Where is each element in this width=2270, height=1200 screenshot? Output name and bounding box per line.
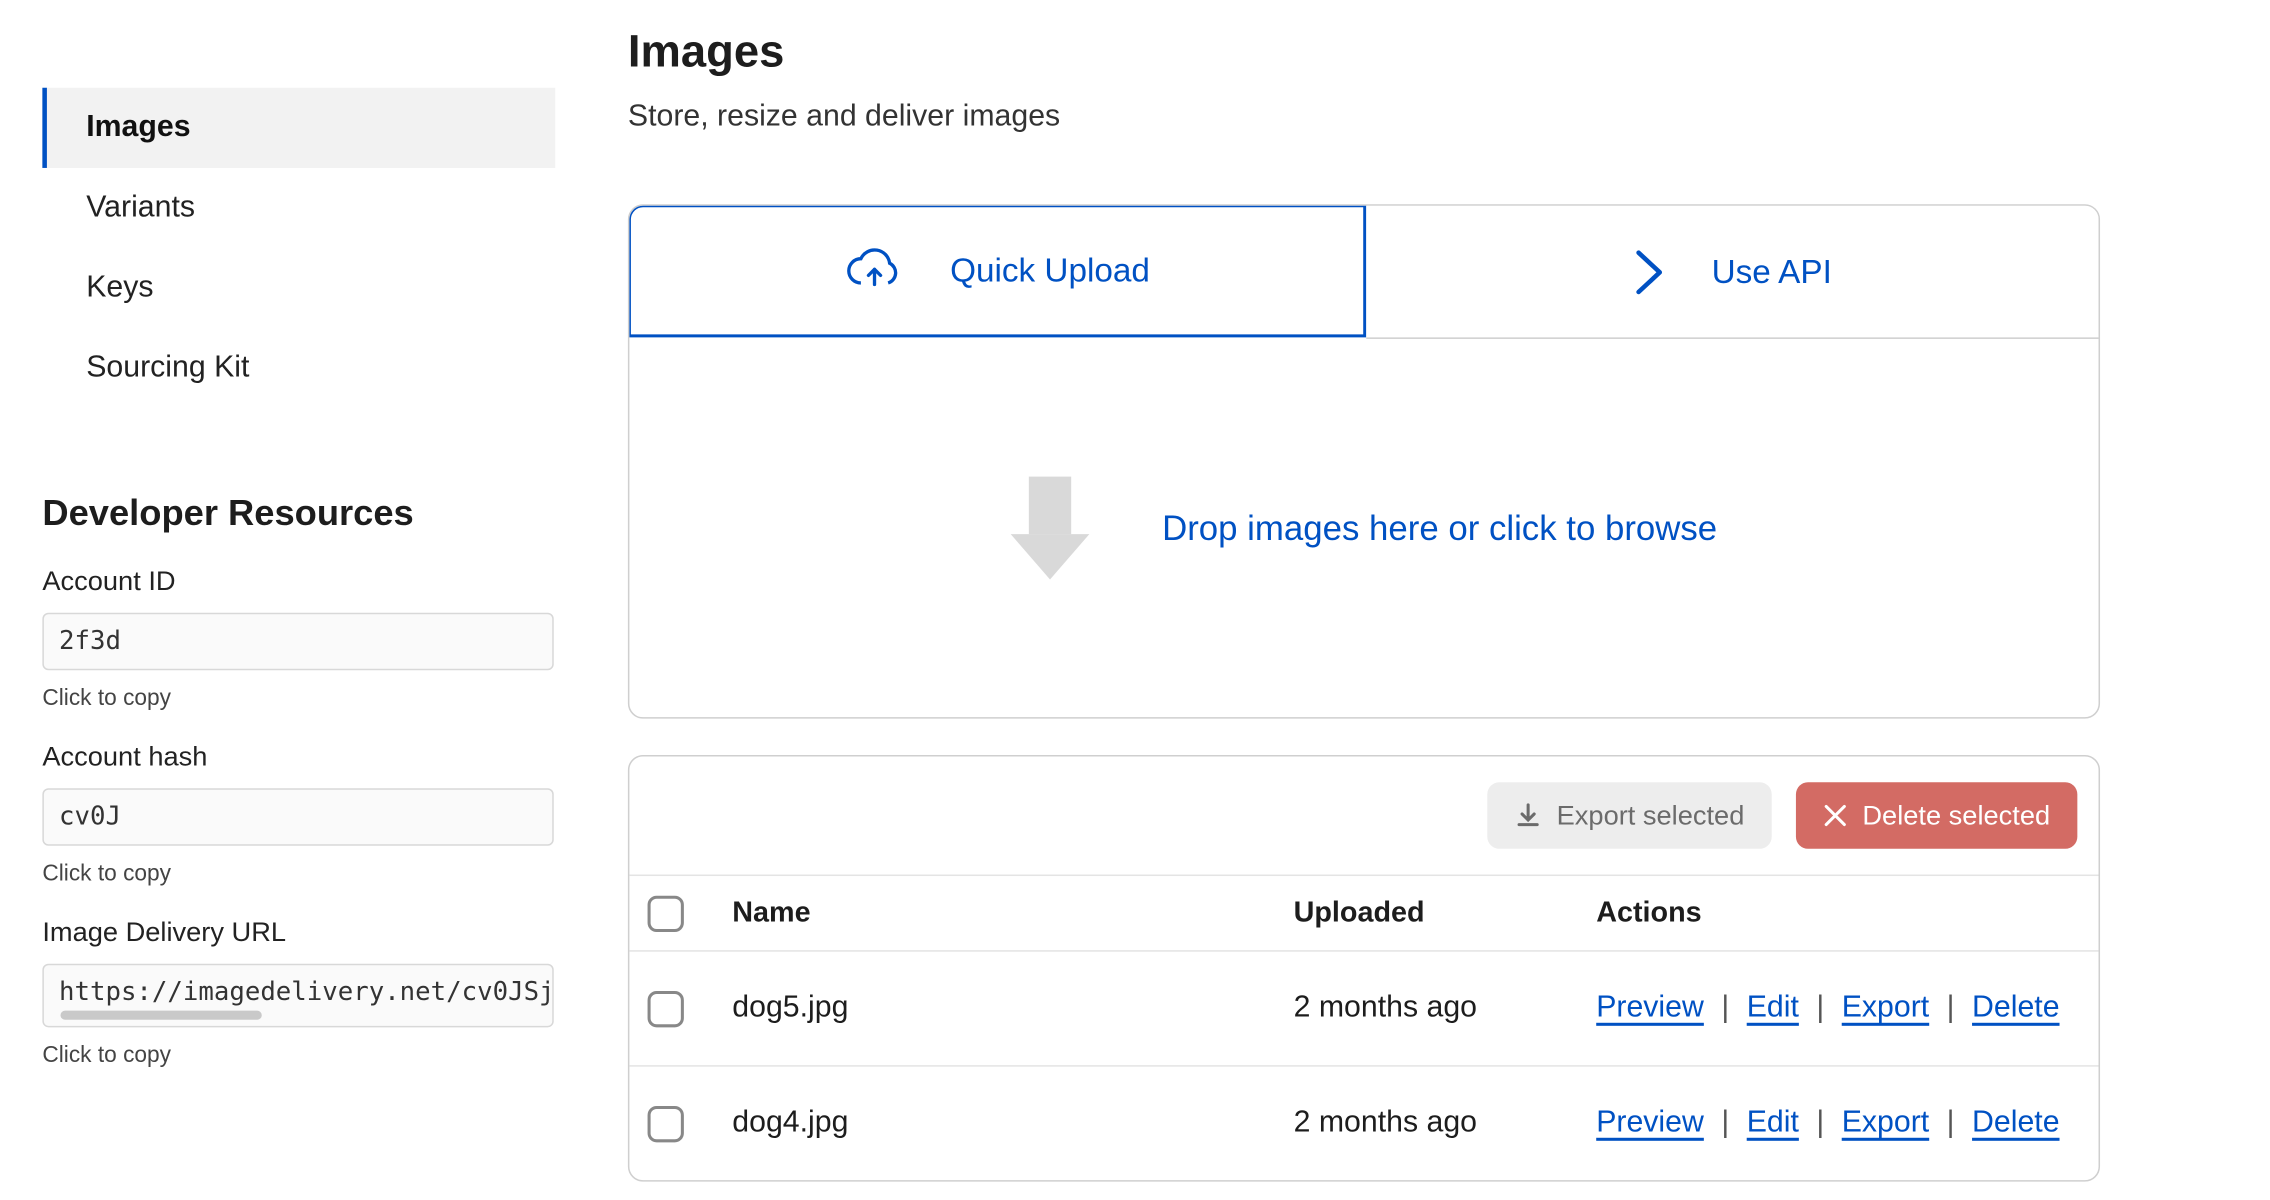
action-export-link[interactable]: Export <box>1842 991 1929 1024</box>
main-content: Images Store, resize and deliver images … <box>567 0 2269 1200</box>
dropzone[interactable]: Drop images here or click to browse <box>629 339 2098 717</box>
cell-actions: Preview | Edit | Export | Delete <box>1596 991 2080 1026</box>
table-header-row: Name Uploaded Actions <box>629 875 2098 951</box>
column-header-name: Name <box>732 896 1293 929</box>
action-preview-link[interactable]: Preview <box>1596 991 1704 1024</box>
separator: | <box>1807 1106 1833 1139</box>
account-hash-label: Account hash <box>42 741 567 773</box>
action-edit-link[interactable]: Edit <box>1747 1106 1799 1139</box>
row-checkbox[interactable] <box>648 990 684 1026</box>
images-table-panel: Export selected Delete selected Name Upl… <box>628 755 2100 1182</box>
separator: | <box>1712 1106 1738 1139</box>
developer-resources-heading: Developer Resources <box>42 493 567 535</box>
account-id-label: Account ID <box>42 566 567 598</box>
column-header-uploaded: Uploaded <box>1294 896 1597 929</box>
sidebar-item-images[interactable]: Images <box>42 88 555 168</box>
sidebar-item-keys[interactable]: Keys <box>42 248 555 328</box>
tab-use-api[interactable]: Use API <box>1366 206 2098 339</box>
cell-actions: Preview | Edit | Export | Delete <box>1596 1106 2080 1141</box>
row-checkbox[interactable] <box>648 1105 684 1141</box>
delivery-url-field[interactable]: https://imagedelivery.net/cv0JSjn8 <box>42 964 553 1028</box>
delete-selected-button[interactable]: Delete selected <box>1796 782 2078 849</box>
cell-uploaded: 2 months ago <box>1294 991 1597 1026</box>
sidebar-item-sourcing-kit[interactable]: Sourcing Kit <box>42 328 555 408</box>
table-row: dog5.jpg 2 months ago Preview | Edit | E… <box>629 950 2098 1065</box>
tab-label: Use API <box>1712 252 1832 291</box>
action-export-link[interactable]: Export <box>1842 1106 1929 1139</box>
download-icon <box>1514 802 1541 829</box>
action-delete-link[interactable]: Delete <box>1972 991 2059 1024</box>
chevron-right-icon <box>1633 246 1666 297</box>
table-toolbar: Export selected Delete selected <box>629 757 2098 875</box>
page-subtitle: Store, resize and deliver images <box>628 100 2100 135</box>
separator: | <box>1938 1106 1964 1139</box>
account-id-copy-hint: Click to copy <box>42 685 567 711</box>
sidebar-item-variants[interactable]: Variants <box>42 168 555 248</box>
upload-tabs: Quick Upload Use API <box>629 206 2098 339</box>
sidebar-item-label: Variants <box>86 191 195 226</box>
action-preview-link[interactable]: Preview <box>1596 1106 1704 1139</box>
delivery-url-copy-hint: Click to copy <box>42 1042 567 1068</box>
sidebar-item-label: Images <box>86 110 190 145</box>
page-title: Images <box>628 27 2100 78</box>
delivery-url-value: https://imagedelivery.net/cv0JSjn8 <box>59 977 554 1007</box>
tab-label: Quick Upload <box>950 251 1150 290</box>
cell-uploaded: 2 months ago <box>1294 1106 1597 1141</box>
delivery-url-label: Image Delivery URL <box>42 917 567 949</box>
button-label: Export selected <box>1557 800 1745 832</box>
export-selected-button[interactable]: Export selected <box>1487 782 1772 849</box>
separator: | <box>1712 991 1738 1024</box>
cloud-upload-icon <box>844 248 905 293</box>
dropzone-text: Drop images here or click to browse <box>1162 508 1717 549</box>
cell-name: dog4.jpg <box>732 1106 1293 1141</box>
select-all-checkbox[interactable] <box>648 895 684 931</box>
sidebar: Images Variants Keys Sourcing Kit Develo… <box>0 0 567 1200</box>
download-arrow-icon <box>1011 477 1090 580</box>
cell-name: dog5.jpg <box>732 991 1293 1026</box>
button-label: Delete selected <box>1862 800 2050 832</box>
account-hash-copy-hint: Click to copy <box>42 861 567 887</box>
table-row: dog4.jpg 2 months ago Preview | Edit | E… <box>629 1065 2098 1180</box>
account-hash-value: cv0J <box>59 802 121 832</box>
account-id-field[interactable]: 2f3d <box>42 613 553 670</box>
action-delete-link[interactable]: Delete <box>1972 1106 2059 1139</box>
close-icon <box>1823 803 1847 827</box>
column-header-actions: Actions <box>1596 896 2080 929</box>
separator: | <box>1807 991 1833 1024</box>
sidebar-item-label: Sourcing Kit <box>86 351 249 386</box>
action-edit-link[interactable]: Edit <box>1747 991 1799 1024</box>
account-hash-field[interactable]: cv0J <box>42 788 553 845</box>
upload-panel: Quick Upload Use API Drop images here or… <box>628 204 2100 718</box>
tab-quick-upload[interactable]: Quick Upload <box>628 204 1366 337</box>
account-id-value: 2f3d <box>59 626 121 656</box>
sidebar-item-label: Keys <box>86 271 153 306</box>
horizontal-scrollbar[interactable] <box>61 1011 262 1020</box>
separator: | <box>1938 991 1964 1024</box>
